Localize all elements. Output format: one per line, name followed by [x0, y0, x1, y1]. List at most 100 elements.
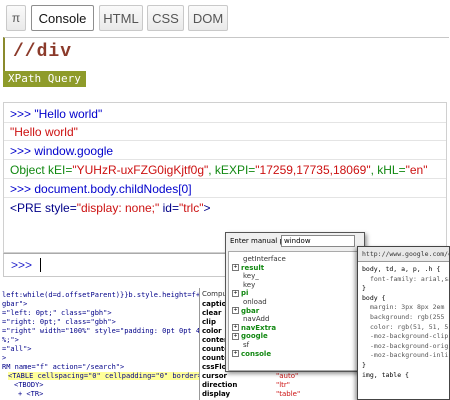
- console-object-line[interactable]: Object kEI="YUHzR-uxFZG0igKjtf0g", kEXPI…: [10, 163, 427, 177]
- separator: [4, 159, 446, 160]
- source-line: ="right" width="100%" style="padding: 0p…: [2, 327, 200, 335]
- computed-property-name: clip: [202, 318, 216, 326]
- computed-property-name: display: [202, 390, 231, 398]
- tree-item[interactable]: key: [243, 281, 255, 289]
- object-value: "YUHzR-uxFZG0igKjtf0g": [72, 163, 209, 177]
- attr-value: "trlc": [178, 201, 204, 215]
- expand-icon[interactable]: +: [232, 289, 239, 297]
- source-line: gbar">: [2, 300, 28, 308]
- expand-icon[interactable]: +: [232, 307, 239, 315]
- tree-item[interactable]: + pi: [232, 289, 248, 297]
- source-line: %;">: [2, 336, 19, 344]
- tree-item-label: sf: [243, 341, 250, 349]
- object-label: , kHL=: [370, 163, 406, 177]
- css-line: body {: [362, 293, 386, 302]
- css-line: -moz-background-clip: [370, 332, 449, 341]
- source-line: RM name="f" action="/search">: [2, 363, 125, 371]
- console-line: >>> "Hello world": [10, 107, 103, 121]
- computed-property-value: "auto": [276, 372, 299, 380]
- expand-icon[interactable]: +: [232, 350, 239, 358]
- tab-html[interactable]: HTML: [99, 5, 143, 31]
- tab-console[interactable]: Console: [31, 5, 94, 31]
- tab-pi[interactable]: π: [6, 5, 26, 31]
- console-output: >>> "Hello world" "Hello world" >>> wind…: [3, 102, 447, 253]
- tab-dom[interactable]: DOM: [188, 5, 228, 31]
- css-line: img, table {: [362, 370, 409, 379]
- computed-property-value: "ltr": [276, 381, 291, 389]
- tree-item-label: key: [243, 280, 256, 289]
- xpath-query-input[interactable]: //div: [3, 37, 449, 71]
- computed-property-name: cursor: [202, 372, 228, 380]
- text-caret: [40, 258, 41, 272]
- source-line: ="left: 0pt;" class="gbh">: [2, 309, 112, 317]
- stylesheet-url: http://www.google.com/ext: [358, 247, 449, 262]
- css-line: -moz-background-orig: [370, 341, 449, 350]
- tree-item[interactable]: onload: [243, 298, 267, 306]
- tag-text: id=: [159, 201, 179, 215]
- tree-item[interactable]: + console: [232, 350, 271, 358]
- html-source-panel: left:while(d=d.offsetParent)}}b.style.he…: [0, 288, 200, 400]
- tab-css[interactable]: CSS: [147, 5, 184, 31]
- manual-path-window: Enter manual path: window getInterface + r…: [225, 232, 365, 372]
- object-label: Object kEI=: [10, 163, 73, 177]
- object-value: "en": [405, 163, 428, 177]
- tree-item-label: pi: [241, 289, 249, 298]
- tab-bar: π Console HTML CSS DOM: [0, 0, 450, 36]
- css-line: font-family: arial,sans: [370, 274, 449, 283]
- separator: [4, 140, 446, 141]
- expand-icon[interactable]: +: [232, 324, 239, 332]
- source-line: + <TR>: [18, 390, 44, 398]
- computed-property-name: direction: [202, 381, 238, 389]
- css-line: margin: 3px 8px 2em: [370, 303, 445, 312]
- computed-panel-title: Compu: [202, 290, 227, 298]
- tree-item[interactable]: + navExtra: [232, 324, 276, 332]
- tree-item-label: gbar: [241, 306, 260, 315]
- css-line: body, td, a, p, .h {: [362, 265, 441, 273]
- tree-item-label: navExtra: [241, 323, 277, 332]
- tree-item-label: google: [241, 332, 268, 341]
- computed-property-name: color: [202, 327, 222, 335]
- object-value: "17259,17735,18069": [255, 163, 371, 177]
- tag-text: <PRE style=: [10, 201, 77, 215]
- attr-value: "display: none;": [76, 201, 160, 215]
- manual-path-header: Enter manual path: window: [226, 233, 364, 249]
- tree-item[interactable]: sf: [243, 341, 249, 349]
- source-line: >: [2, 354, 7, 362]
- tree-item[interactable]: getInterface: [243, 255, 286, 263]
- manual-path-input[interactable]: window: [281, 235, 355, 247]
- xpath-query-label: XPath Query: [3, 71, 86, 87]
- tree-item-label: key_: [243, 272, 259, 281]
- computed-property-name: clear: [202, 309, 222, 317]
- expand-icon[interactable]: +: [232, 332, 239, 340]
- tag-text: >: [203, 201, 211, 215]
- css-source-window: http://www.google.com/ext body, td, a, p…: [357, 246, 450, 400]
- tree-item-label: getInterface: [243, 255, 286, 263]
- tree-item-label: result: [241, 263, 265, 272]
- tree-item[interactable]: navAdd: [243, 315, 269, 323]
- xpath-query-text: //div: [13, 42, 73, 62]
- css-line: }: [362, 284, 366, 293]
- expand-icon[interactable]: +: [232, 264, 239, 272]
- css-line: -moz-background-inli: [370, 351, 449, 360]
- separator: [4, 197, 446, 198]
- tree-item[interactable]: key_: [243, 272, 259, 280]
- separator: [4, 178, 446, 179]
- object-label: , kEXPI=: [208, 163, 256, 177]
- css-line: }: [362, 361, 366, 369]
- console-element-line[interactable]: <PRE style="display: none;" id="trlc">: [10, 201, 211, 215]
- computed-property-value: "table": [276, 390, 301, 398]
- source-line-selected[interactable]: <TABLE cellspacing="0" cellpadding="0" b…: [8, 372, 200, 380]
- source-line: ="right: 0pt;" class="gbh">: [2, 318, 116, 326]
- separator: [4, 122, 446, 123]
- console-line: >>> document.body.childNodes[0]: [10, 182, 192, 196]
- tree-item[interactable]: + result: [232, 264, 264, 272]
- tree-item-label: onload: [243, 298, 267, 306]
- source-line: <TBODY>: [14, 381, 44, 389]
- css-line: color: rgb(51, 51, 51: [370, 322, 450, 331]
- tree-item-label: console: [241, 349, 272, 358]
- console-line: "Hello world": [10, 125, 78, 139]
- object-tree: getInterface + result key_ key + pi onload + gbar…: [228, 251, 358, 371]
- tree-item[interactable]: + gbar: [232, 307, 259, 315]
- tree-item[interactable]: + google: [232, 332, 268, 340]
- css-line: background: rgb(255: [370, 313, 445, 321]
